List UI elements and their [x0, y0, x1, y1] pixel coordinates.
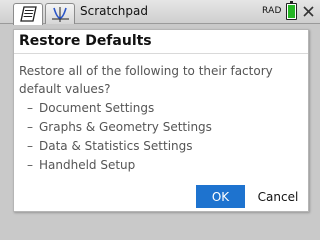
dialog-title: Restore Defaults [19, 33, 152, 49]
list-item: – Data & Statistics Settings [27, 139, 193, 153]
battery-icon [286, 1, 297, 20]
dialog-message: Restore all of the following to their fa… [19, 64, 273, 96]
angle-mode-indicator: RAD [262, 6, 282, 16]
restore-defaults-dialog: Restore Defaults Restore all of the foll… [13, 29, 309, 212]
tab-scratchpad-graph[interactable] [45, 3, 75, 24]
settings-list: – Document Settings – Graphs & Geometry Se… [27, 99, 212, 175]
document-title: Scratchpad [80, 4, 148, 18]
list-item: – Document Settings [27, 101, 155, 115]
cancel-button[interactable]: Cancel [252, 185, 304, 208]
list-item: – Handheld Setup [27, 158, 136, 172]
tab-scratchpad-calculator[interactable] [13, 3, 43, 25]
close-icon[interactable] [301, 4, 316, 19]
top-bar: Scratchpad RAD [0, 0, 320, 25]
ok-button[interactable]: OK [196, 185, 245, 208]
list-item: – Graphs & Geometry Settings [27, 120, 212, 134]
graph-icon [52, 7, 69, 22]
calculator-icon [20, 6, 37, 22]
title-divider [14, 53, 308, 54]
